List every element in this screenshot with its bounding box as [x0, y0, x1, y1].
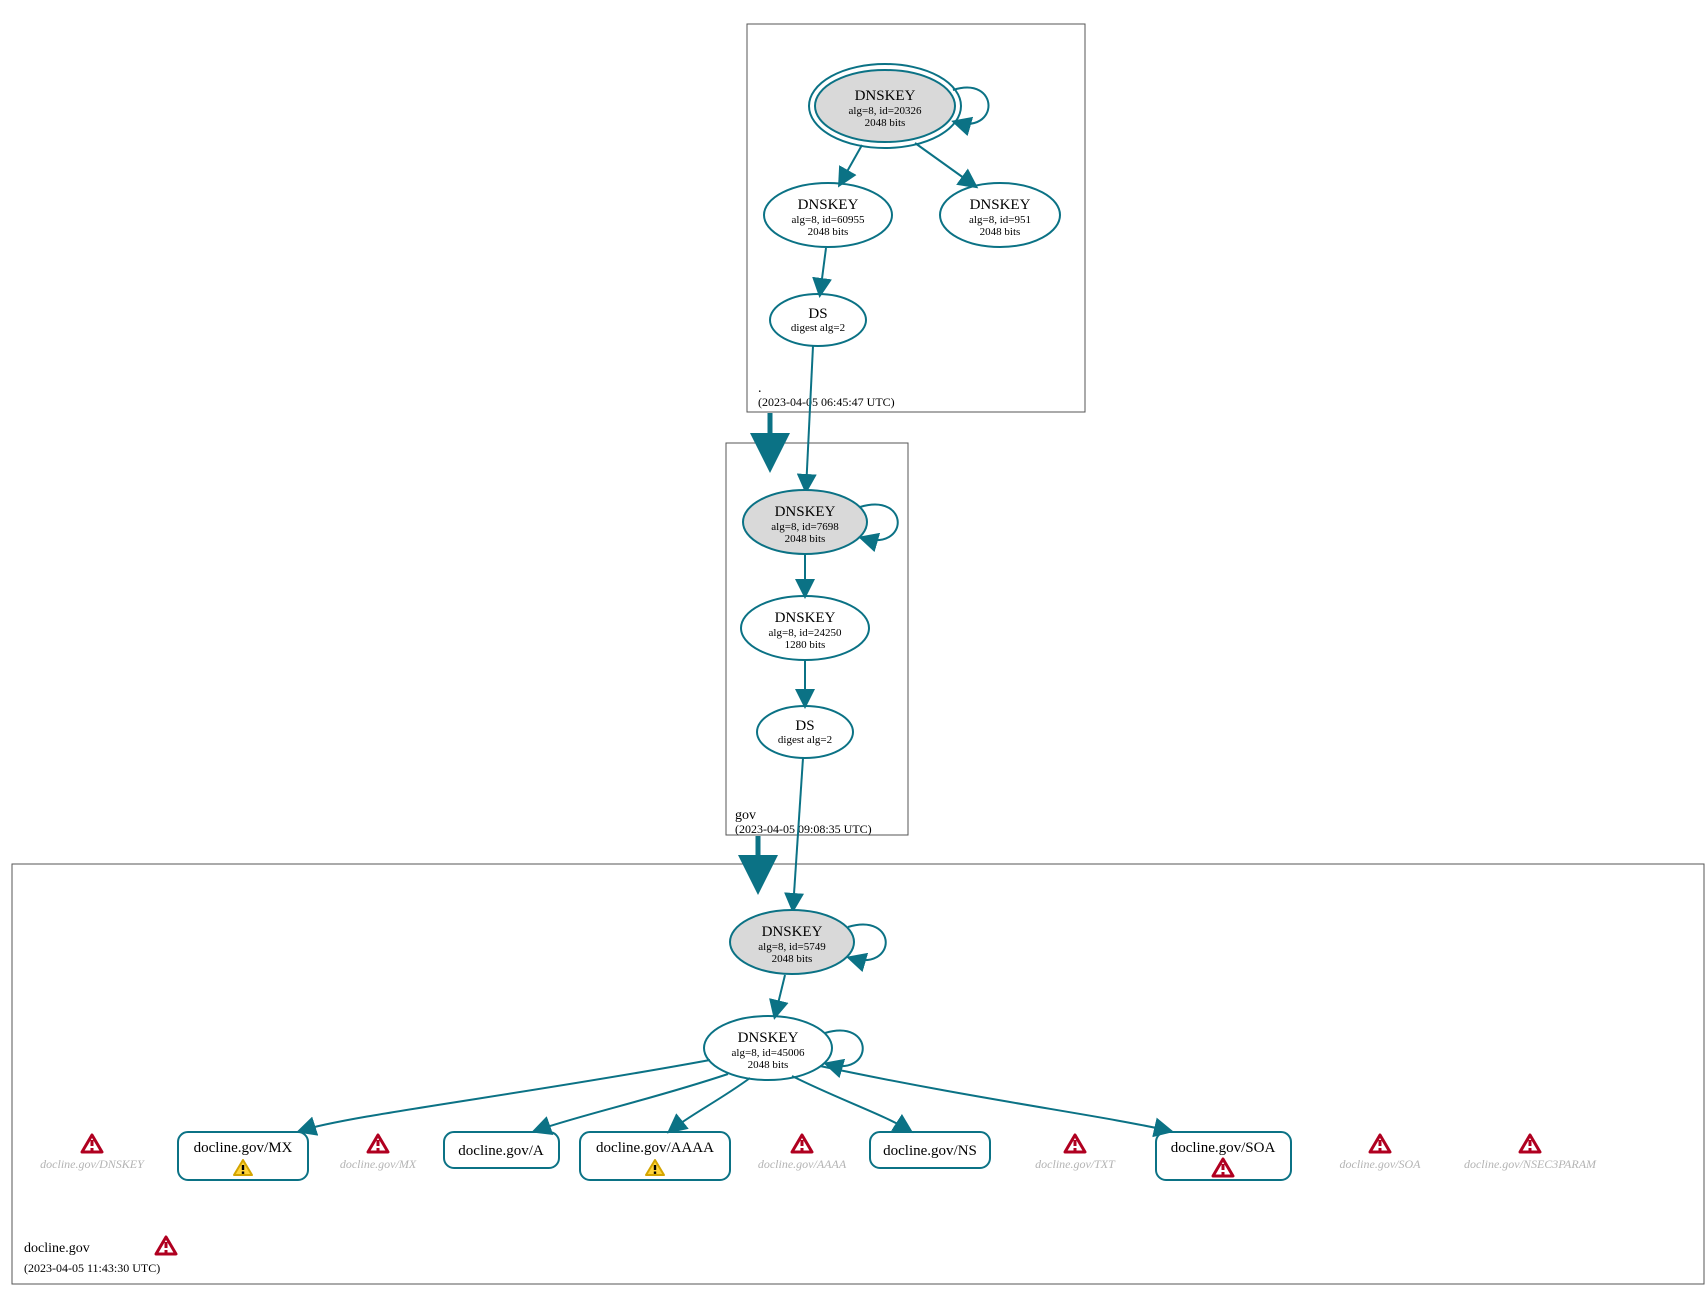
node-root-zsk2-l1: alg=8, id=951 — [969, 214, 1031, 226]
node-rr-soa: docline.gov/SOA — [1156, 1132, 1291, 1180]
error-icon-faded-mx — [368, 1135, 388, 1152]
edge-zsk-soa — [820, 1066, 1170, 1131]
node-gov-ds-l1: digest alg=2 — [778, 734, 832, 746]
faded-txt: docline.gov/TXT — [1035, 1135, 1116, 1171]
node-doc-zsk-title: DNSKEY — [738, 1030, 799, 1046]
faded-aaaa-label: docline.gov/AAAA — [758, 1157, 847, 1171]
edge-zsk-ns — [792, 1076, 910, 1131]
edge-docksk-doczsk — [775, 975, 785, 1016]
faded-nsec3: docline.gov/NSEC3PARAM — [1464, 1135, 1597, 1171]
node-doc-ksk-l1: alg=8, id=5749 — [758, 941, 826, 953]
error-icon-faded-nsec3 — [1520, 1135, 1540, 1152]
edge-zsk1-ds — [820, 248, 826, 294]
faded-soa: docline.gov/SOA — [1340, 1135, 1422, 1171]
node-gov-ksk: DNSKEY alg=8, id=7698 2048 bits — [743, 490, 867, 554]
node-root-zsk1-l2: 2048 bits — [808, 226, 849, 238]
edge-ksk-zsk1 — [840, 145, 862, 184]
edge-ksk-zsk2 — [915, 143, 975, 186]
node-root-ds: DS digest alg=2 — [770, 294, 866, 346]
node-rr-aaaa: docline.gov/AAAA — [580, 1132, 730, 1180]
faded-nsec3-label: docline.gov/NSEC3PARAM — [1464, 1157, 1597, 1171]
node-doc-ksk-l2: 2048 bits — [772, 953, 813, 965]
node-root-ksk: DNSKEY alg=8, id=20326 2048 bits — [809, 64, 961, 148]
node-gov-ds: DS digest alg=2 — [757, 706, 853, 758]
edge-zsk-a — [535, 1074, 728, 1131]
node-root-ds-title: DS — [808, 306, 827, 322]
faded-dnskey: docline.gov/DNSKEY — [40, 1135, 145, 1171]
node-rr-ns-label: docline.gov/NS — [883, 1143, 977, 1159]
node-root-zsk2: DNSKEY alg=8, id=951 2048 bits — [940, 183, 1060, 247]
node-doc-zsk-l1: alg=8, id=45006 — [732, 1047, 805, 1059]
node-rr-aaaa-label: docline.gov/AAAA — [596, 1140, 714, 1156]
node-root-zsk1-l1: alg=8, id=60955 — [792, 214, 865, 226]
zone-docline-label: docline.gov — [24, 1241, 90, 1256]
node-root-zsk1: DNSKEY alg=8, id=60955 2048 bits — [764, 183, 892, 247]
node-rr-mx-label: docline.gov/MX — [194, 1140, 293, 1156]
zone-gov-label: gov — [735, 808, 756, 823]
faded-aaaa: docline.gov/AAAA — [758, 1135, 847, 1171]
node-root-zsk2-l2: 2048 bits — [980, 226, 1021, 238]
faded-dnskey-label: docline.gov/DNSKEY — [40, 1157, 145, 1171]
node-root-ksk-title: DNSKEY — [855, 88, 916, 104]
zone-root-label: . — [758, 381, 762, 396]
error-icon-faded-aaaa — [792, 1135, 812, 1152]
zone-root-time: (2023-04-05 06:45:47 UTC) — [758, 395, 895, 409]
node-doc-ksk-title: DNSKEY — [762, 924, 823, 940]
faded-soa-label: docline.gov/SOA — [1340, 1157, 1422, 1171]
error-icon-faded-dnskey — [82, 1135, 102, 1152]
node-doc-zsk: DNSKEY alg=8, id=45006 2048 bits — [704, 1016, 832, 1080]
node-gov-ksk-l1: alg=8, id=7698 — [771, 521, 839, 533]
zone-docline-time: (2023-04-05 11:43:30 UTC) — [24, 1261, 160, 1275]
node-gov-zsk-l1: alg=8, id=24250 — [769, 627, 842, 639]
node-rr-a-label: docline.gov/A — [458, 1143, 544, 1159]
node-root-ksk-l1: alg=8, id=20326 — [849, 105, 922, 117]
node-rr-mx: docline.gov/MX — [178, 1132, 308, 1180]
node-gov-ksk-title: DNSKEY — [775, 504, 836, 520]
edge-zsk-aaaa — [670, 1078, 750, 1131]
node-gov-ds-title: DS — [795, 718, 814, 734]
node-root-ksk-l2: 2048 bits — [865, 117, 906, 129]
faded-mx: docline.gov/MX — [340, 1135, 417, 1171]
faded-mx-label: docline.gov/MX — [340, 1157, 417, 1171]
zone-gov-time: (2023-04-05 09:08:35 UTC) — [735, 822, 872, 836]
node-rr-a: docline.gov/A — [444, 1132, 559, 1168]
node-gov-zsk-title: DNSKEY — [775, 610, 836, 626]
error-icon-faded-txt — [1065, 1135, 1085, 1152]
node-root-zsk2-title: DNSKEY — [970, 197, 1031, 213]
node-doc-zsk-l2: 2048 bits — [748, 1059, 789, 1071]
node-root-ds-l1: digest alg=2 — [791, 322, 845, 334]
edge-zsk-mx — [300, 1060, 710, 1131]
warning-icon-zone-docline — [156, 1237, 176, 1254]
dnssec-graph: . (2023-04-05 06:45:47 UTC) DNSKEY alg=8… — [0, 0, 1705, 1292]
node-doc-ksk: DNSKEY alg=8, id=5749 2048 bits — [730, 910, 854, 974]
node-gov-zsk-l2: 1280 bits — [785, 639, 826, 651]
node-root-zsk1-title: DNSKEY — [798, 197, 859, 213]
node-gov-zsk: DNSKEY alg=8, id=24250 1280 bits — [741, 596, 869, 660]
edge-rootds-to-govksk — [806, 346, 813, 490]
node-rr-soa-label: docline.gov/SOA — [1171, 1140, 1276, 1156]
node-rr-ns: docline.gov/NS — [870, 1132, 990, 1168]
error-icon-faded-soa — [1370, 1135, 1390, 1152]
faded-txt-label: docline.gov/TXT — [1035, 1157, 1116, 1171]
node-gov-ksk-l2: 2048 bits — [785, 533, 826, 545]
